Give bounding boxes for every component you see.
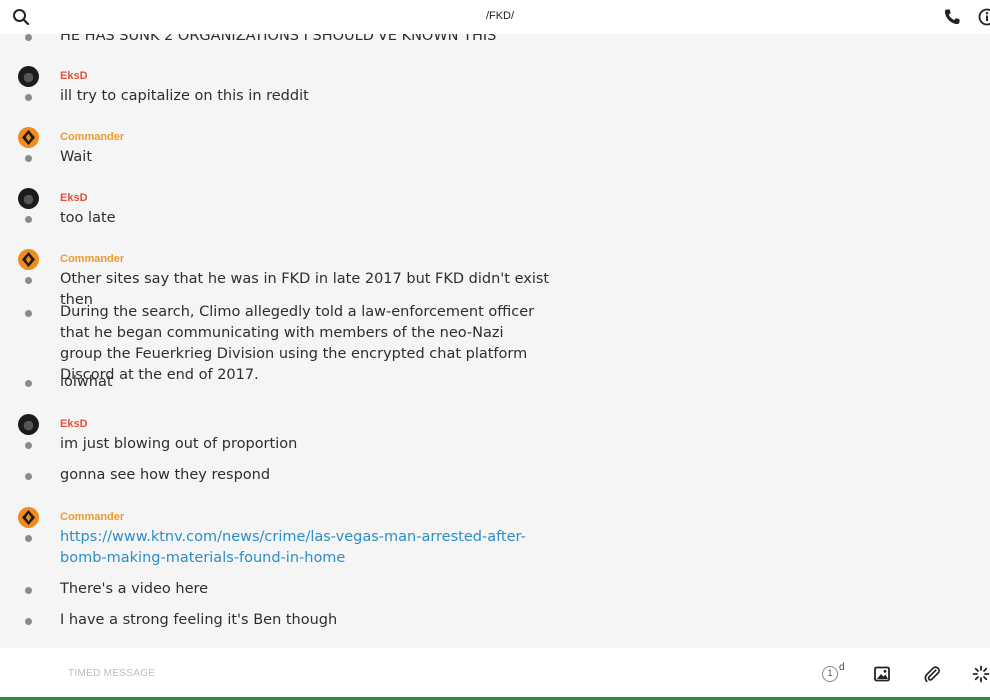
image-icon[interactable] [873,665,891,683]
message-bullet [25,473,32,480]
message-bullet [25,216,32,223]
commander-emblem-icon [22,130,35,145]
commander-emblem-icon [22,252,35,267]
message-bullet [25,34,32,41]
message-bullet [25,380,32,387]
message-text: Wait [60,149,93,165]
message-text: There's a video here [60,581,209,597]
message-text: too late [60,210,116,226]
timer-selector[interactable]: 1 d [820,662,846,686]
message-composer: TIMED MESSAGE 1 d [0,648,990,700]
avatar[interactable] [18,249,39,270]
message-text: gonna see how they respond [60,467,271,483]
message-text: HE HAS SUNK 2 ORGANIZATIONS I SHOULD'VE … [60,34,497,44]
message-bullet [25,618,32,625]
message-author[interactable]: EksD [60,192,88,204]
message-link[interactable]: https://www.ktnv.com/news/crime/las-vega… [60,527,550,569]
conversation-title: /FKD/ [485,10,515,22]
message-author[interactable]: Commander [60,253,124,265]
message-text: im just blowing out of proportion [60,436,298,452]
message-input[interactable]: TIMED MESSAGE [68,668,155,679]
message-bullet [25,277,32,284]
timer-unit: d [839,662,845,673]
info-icon[interactable] [978,8,990,26]
message-list[interactable]: HE HAS SUNK 2 ORGANIZATIONS I SHOULD'VE … [0,34,990,648]
message-text: ill try to capitalize on this in reddit [60,88,309,104]
message-author[interactable]: EksD [60,70,88,82]
avatar[interactable] [18,188,39,209]
message-author[interactable]: EksD [60,418,88,430]
message-author[interactable]: Commander [60,511,124,523]
avatar[interactable] [18,127,39,148]
message-text: lolwhat [60,374,113,390]
avatar[interactable] [18,414,39,435]
timer-value: 1 [822,666,838,682]
message-author[interactable]: Commander [60,131,124,143]
message-bullet [25,587,32,594]
message-bullet [25,155,32,162]
message-bullet [25,535,32,542]
avatar[interactable] [18,507,39,528]
message-bullet [25,442,32,449]
commander-emblem-icon [22,510,35,525]
loading-icon[interactable] [972,665,990,683]
message-bullet [25,310,32,317]
phone-icon[interactable] [943,8,961,26]
avatar[interactable] [18,66,39,87]
top-bar: /FKD/ [0,0,990,34]
paperclip-icon[interactable] [923,665,941,683]
message-bullet [25,94,32,101]
message-text: I have a strong feeling it's Ben though [60,612,338,628]
